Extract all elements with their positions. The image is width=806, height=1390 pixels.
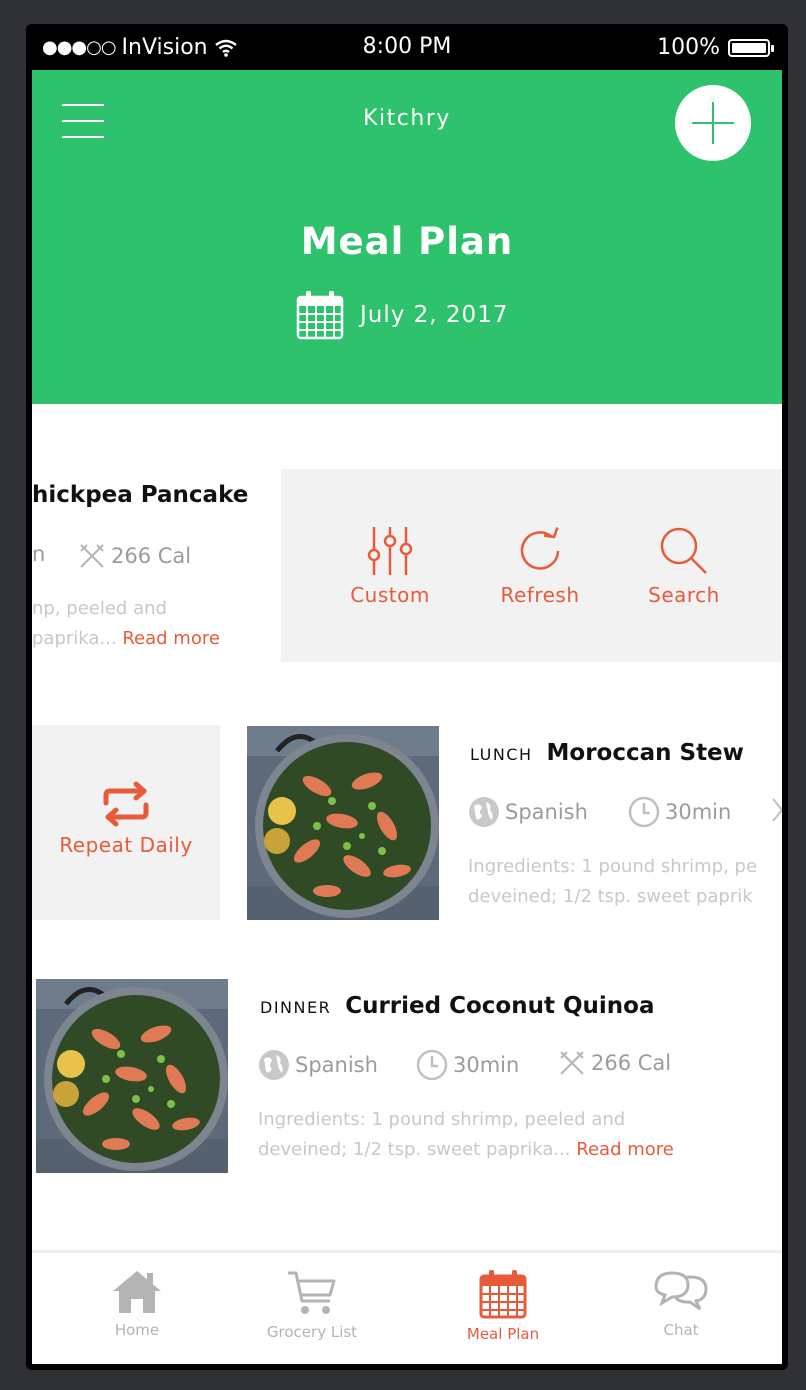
- repeat-daily-label: Repeat Daily: [59, 833, 193, 857]
- meal-time-fragment: n: [32, 542, 46, 566]
- meal-name: Curried Coconut Quinoa: [345, 993, 655, 1019]
- meal-ingredients-line1: Ingredients: 1 pound shrimp, peeled and: [258, 1109, 626, 1130]
- swipe-actions-panel: Custom Refresh Search: [281, 469, 782, 662]
- app-title: Kitchry: [363, 106, 451, 131]
- meal-name: hickpea Pancake: [32, 482, 249, 508]
- sliders-icon: [367, 527, 413, 575]
- globe-icon: [259, 1050, 289, 1080]
- meal-ingredients-line1: np, peeled and: [32, 598, 167, 619]
- add-button[interactable]: [675, 85, 751, 161]
- meal-ingredients-line2: deveined; 1/2 tsp. sweet paprika...: [258, 1139, 571, 1160]
- header: Kitchry Meal Plan July 2, 2017: [32, 70, 782, 404]
- clock-icon: [628, 796, 660, 828]
- paella-photo: [247, 726, 439, 920]
- battery-percent: 100%: [657, 35, 720, 60]
- meal-photo[interactable]: [247, 726, 439, 920]
- tab-chat-label: Chat: [663, 1321, 699, 1339]
- meal-ingredients-line1: Ingredients: 1 pound shrimp, pe: [468, 856, 758, 877]
- tab-home-label: Home: [114, 1321, 160, 1339]
- cutlery-icon: [772, 798, 782, 822]
- search-label: Search: [648, 583, 720, 607]
- date-selector[interactable]: July 2, 2017: [296, 290, 508, 340]
- meal-calories: 266 Cal: [111, 544, 192, 568]
- chat-icon: [654, 1271, 708, 1311]
- meal-ingredients-line2: paprika...: [32, 628, 117, 649]
- meal-calories: 266 Cal: [591, 1051, 672, 1075]
- tab-grocery-list-label: Grocery List: [266, 1323, 358, 1341]
- battery-icon: [728, 38, 774, 57]
- repeat-icon: [103, 781, 149, 827]
- device-frame: ●●●○○ InVision 8:00 PM 100% Kitchry Meal…: [0, 0, 806, 1390]
- meal-name: Moroccan Stew: [546, 740, 744, 766]
- tab-grocery-list[interactable]: Grocery List: [242, 1269, 382, 1341]
- read-more-link[interactable]: Read more: [122, 628, 220, 649]
- cutlery-icon: [560, 1051, 584, 1075]
- meal-type: DINNER: [260, 998, 332, 1017]
- refresh-icon: [520, 527, 560, 570]
- tab-meal-plan[interactable]: Meal Plan: [433, 1269, 573, 1343]
- search-icon: [660, 527, 707, 574]
- cart-icon: [288, 1271, 336, 1314]
- calendar-icon: [479, 1270, 527, 1319]
- meal-time: 30min: [453, 1053, 520, 1077]
- meal-photo[interactable]: [36, 979, 228, 1173]
- meal-cuisine: Spanish: [295, 1053, 378, 1077]
- status-bar: ●●●○○ InVision 8:00 PM 100%: [32, 30, 782, 70]
- tab-home[interactable]: Home: [67, 1269, 207, 1339]
- meal-type: LUNCH: [470, 745, 533, 764]
- meal-time: 30min: [665, 800, 732, 824]
- clock-icon: [416, 1049, 448, 1081]
- search-button[interactable]: Search: [629, 525, 739, 607]
- plan-date: July 2, 2017: [360, 302, 509, 328]
- tab-chat[interactable]: Chat: [611, 1269, 751, 1339]
- meal-cuisine: Spanish: [505, 800, 588, 824]
- cutlery-icon: [80, 544, 104, 568]
- read-more-link[interactable]: Read more: [576, 1139, 674, 1160]
- page-title: Meal Plan: [300, 220, 514, 263]
- tab-bar: Home Grocery List Meal Plan Chat: [32, 1250, 782, 1364]
- refresh-label: Refresh: [500, 583, 580, 607]
- repeat-daily-button[interactable]: Repeat Daily: [32, 781, 220, 857]
- tab-meal-plan-label: Meal Plan: [466, 1325, 540, 1343]
- paella-photo: [36, 979, 228, 1173]
- calendar-icon: [296, 291, 344, 340]
- globe-icon: [469, 797, 499, 827]
- custom-button[interactable]: Custom: [335, 525, 445, 607]
- app-screen: Kitchry Meal Plan July 2, 2017 hickpea P…: [32, 70, 782, 1364]
- custom-label: Custom: [350, 583, 430, 607]
- refresh-button[interactable]: Refresh: [485, 525, 595, 607]
- meal-ingredients-line2: deveined; 1/2 tsp. sweet paprik: [468, 886, 753, 907]
- repeat-panel: Repeat Daily: [32, 725, 220, 920]
- home-icon: [113, 1271, 161, 1313]
